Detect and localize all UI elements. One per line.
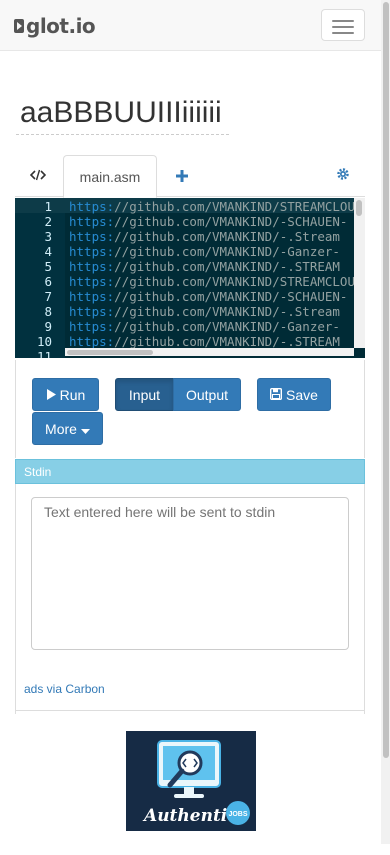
action-toolbar: Run Input Output Save More xyxy=(15,360,365,458)
carbon-ads-link[interactable]: ads via Carbon xyxy=(24,682,105,696)
ad-badge: JOBS xyxy=(228,811,247,818)
caret-down-icon xyxy=(80,421,90,437)
code-icon xyxy=(29,168,47,184)
line-number: 11 xyxy=(36,349,52,358)
editor-panel: main.asm 1 https://github.com/VMANKIND/ST… xyxy=(15,155,365,855)
tab-label: main.asm xyxy=(79,168,141,185)
settings-button[interactable] xyxy=(331,155,355,197)
editor-vertical-scroll-thumb[interactable] xyxy=(356,200,362,216)
hamburger-icon-bar xyxy=(332,26,354,28)
line-number: 5 xyxy=(44,259,52,274)
more-dropdown-button[interactable]: More xyxy=(32,412,103,445)
snippet-title[interactable]: aaBBBUUIIIiiiiii xyxy=(16,93,229,135)
brand-name: glot.io xyxy=(26,14,96,38)
run-label: Run xyxy=(59,386,86,403)
stdin-textarea[interactable] xyxy=(31,497,349,650)
brand-link[interactable]: glot.io xyxy=(14,12,96,40)
stdin-heading: Stdin xyxy=(24,464,52,479)
code-line[interactable]: https://github.com/VMANKIND/STREAMCLOUD xyxy=(69,199,363,214)
code-line[interactable]: https://github.com/VMANKIND/STREAMCLOUD xyxy=(69,274,363,289)
tab-main-asm[interactable]: main.asm xyxy=(63,155,157,198)
code-line[interactable]: https://github.com/VMANKIND/-.Stream xyxy=(69,304,340,319)
code-line[interactable]: https://github.com/VMANKIND/-.Stream xyxy=(69,229,340,244)
line-number: 1 xyxy=(44,199,52,214)
input-label: Input xyxy=(128,386,161,403)
line-number: 3 xyxy=(44,229,52,244)
code-line[interactable]: https://github.com/VMANKIND/-Ganzer- xyxy=(69,319,340,334)
menu-toggle-button[interactable] xyxy=(321,9,365,41)
glot-logo-icon xyxy=(14,19,24,33)
tab-code-icon[interactable] xyxy=(23,155,53,197)
save-label: Save xyxy=(286,386,318,403)
stdin-header: Stdin xyxy=(15,459,365,484)
line-number: 9 xyxy=(44,319,52,334)
hamburger-icon xyxy=(332,20,354,22)
code-line[interactable]: https://github.com/VMANKIND/-SCHAUEN- xyxy=(69,214,347,229)
line-number: 6 xyxy=(44,274,52,289)
file-tabs: main.asm xyxy=(15,155,365,198)
line-number: 8 xyxy=(44,304,52,319)
main-content: aaBBBUUIIIiiiiii main.asm 1 https://gith… xyxy=(0,51,380,844)
stdin-panel: ads via Carbon Authentic JOBS xyxy=(15,484,365,831)
floppy-disk-icon xyxy=(270,387,283,403)
add-file-button[interactable] xyxy=(167,155,197,197)
hamburger-icon-bar xyxy=(332,32,354,34)
carbon-ad-image[interactable]: Authentic JOBS xyxy=(126,731,256,831)
line-number: 2 xyxy=(44,214,52,229)
ads-divider xyxy=(16,710,364,711)
code-line[interactable]: https://github.com/VMANKIND/-.STREAM xyxy=(69,334,340,349)
more-label: More xyxy=(45,420,77,437)
code-line[interactable]: https://github.com/VMANKIND/-.STREAM xyxy=(69,259,340,274)
navbar: glot.io xyxy=(0,0,390,51)
line-number: 7 xyxy=(44,289,52,304)
input-toggle-button[interactable]: Input xyxy=(115,378,174,411)
code-line[interactable]: https://github.com/VMANKIND/-SCHAUEN- xyxy=(69,289,347,304)
editor-horizontal-scroll-thumb[interactable] xyxy=(67,350,153,355)
editor-vertical-scrollbar[interactable] xyxy=(354,198,365,348)
line-number: 10 xyxy=(36,334,52,349)
gear-icon xyxy=(336,167,350,185)
line-number: 4 xyxy=(44,244,52,259)
save-button[interactable]: Save xyxy=(257,378,331,411)
play-icon xyxy=(46,387,56,403)
code-line[interactable]: https://github.com/VMANKIND/-Ganzer- xyxy=(69,244,340,259)
ad-text: Authentic xyxy=(142,806,238,826)
page-scrollbar-thumb[interactable] xyxy=(383,2,389,758)
output-label: Output xyxy=(185,386,229,403)
plus-icon xyxy=(176,166,188,187)
code-editor[interactable]: 1 https://github.com/VMANKIND/STREAMCLOUD… xyxy=(15,198,365,358)
run-button[interactable]: Run xyxy=(32,378,99,411)
output-toggle-button[interactable]: Output xyxy=(173,378,241,411)
